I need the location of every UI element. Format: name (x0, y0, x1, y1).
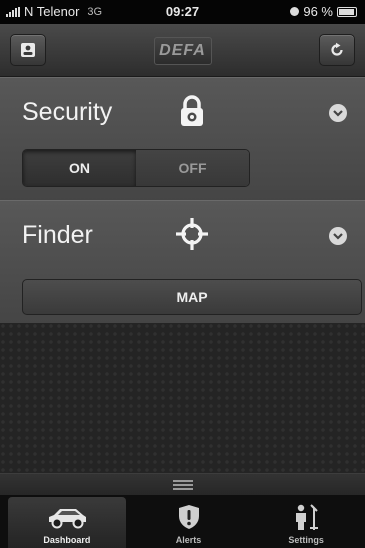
tab-settings-label: Settings (288, 535, 324, 545)
refresh-icon (331, 42, 343, 56)
security-panel: Security ON OFF (0, 77, 365, 202)
tab-alerts-label: Alerts (175, 535, 202, 545)
security-expand-button[interactable] (329, 104, 347, 122)
nav-bar: DEFA (0, 24, 365, 77)
tab-settings[interactable]: Settings (247, 495, 365, 548)
status-right: 96 % (290, 4, 357, 19)
tab-dashboard-label: Dashboard (43, 535, 91, 545)
drawer-handle-bar[interactable] (0, 473, 365, 496)
tab-alerts[interactable]: Alerts (130, 495, 248, 548)
lock-icon (181, 95, 203, 126)
tab-bar: Dashboard Alerts Settings (0, 495, 365, 548)
finder-expand-button[interactable] (329, 227, 347, 245)
car-icon (48, 509, 86, 529)
app-screen: N Telenor 3G 09:27 96 % DEFA Security ON… (0, 0, 365, 548)
drag-handle-icon[interactable] (172, 480, 193, 490)
refresh-button[interactable] (319, 34, 355, 66)
status-bar: N Telenor 3G 09:27 96 % (0, 0, 365, 24)
defa-logo: DEFA (153, 37, 212, 65)
crosshair-icon (176, 218, 208, 250)
carrier-name: N Telenor (24, 4, 80, 19)
tab-dashboard[interactable]: Dashboard (8, 497, 126, 548)
alarm-icon (290, 7, 300, 16)
security-on-option[interactable]: ON (23, 150, 136, 186)
chevron-down-icon (333, 110, 343, 117)
carrier-info: N Telenor 3G (6, 4, 102, 19)
battery-percent: 96 % (303, 4, 333, 19)
shield-alert-icon (178, 505, 199, 529)
settings-person-icon (296, 504, 319, 530)
chevron-down-icon (333, 233, 343, 240)
battery-icon (337, 6, 357, 17)
finder-panel: Finder MAP (0, 200, 365, 324)
background-area (0, 323, 365, 473)
map-button[interactable]: MAP (22, 279, 362, 315)
finder-title: Finder (22, 221, 93, 249)
signal-strength-icon (6, 6, 20, 17)
profile-card-icon (21, 43, 35, 57)
status-time: 09:27 (165, 4, 200, 19)
profile-button[interactable] (10, 34, 46, 66)
network-type: 3G (87, 5, 103, 18)
security-off-option[interactable]: OFF (136, 150, 249, 186)
security-title: Security (22, 98, 113, 126)
security-toggle[interactable]: ON OFF (22, 149, 250, 187)
